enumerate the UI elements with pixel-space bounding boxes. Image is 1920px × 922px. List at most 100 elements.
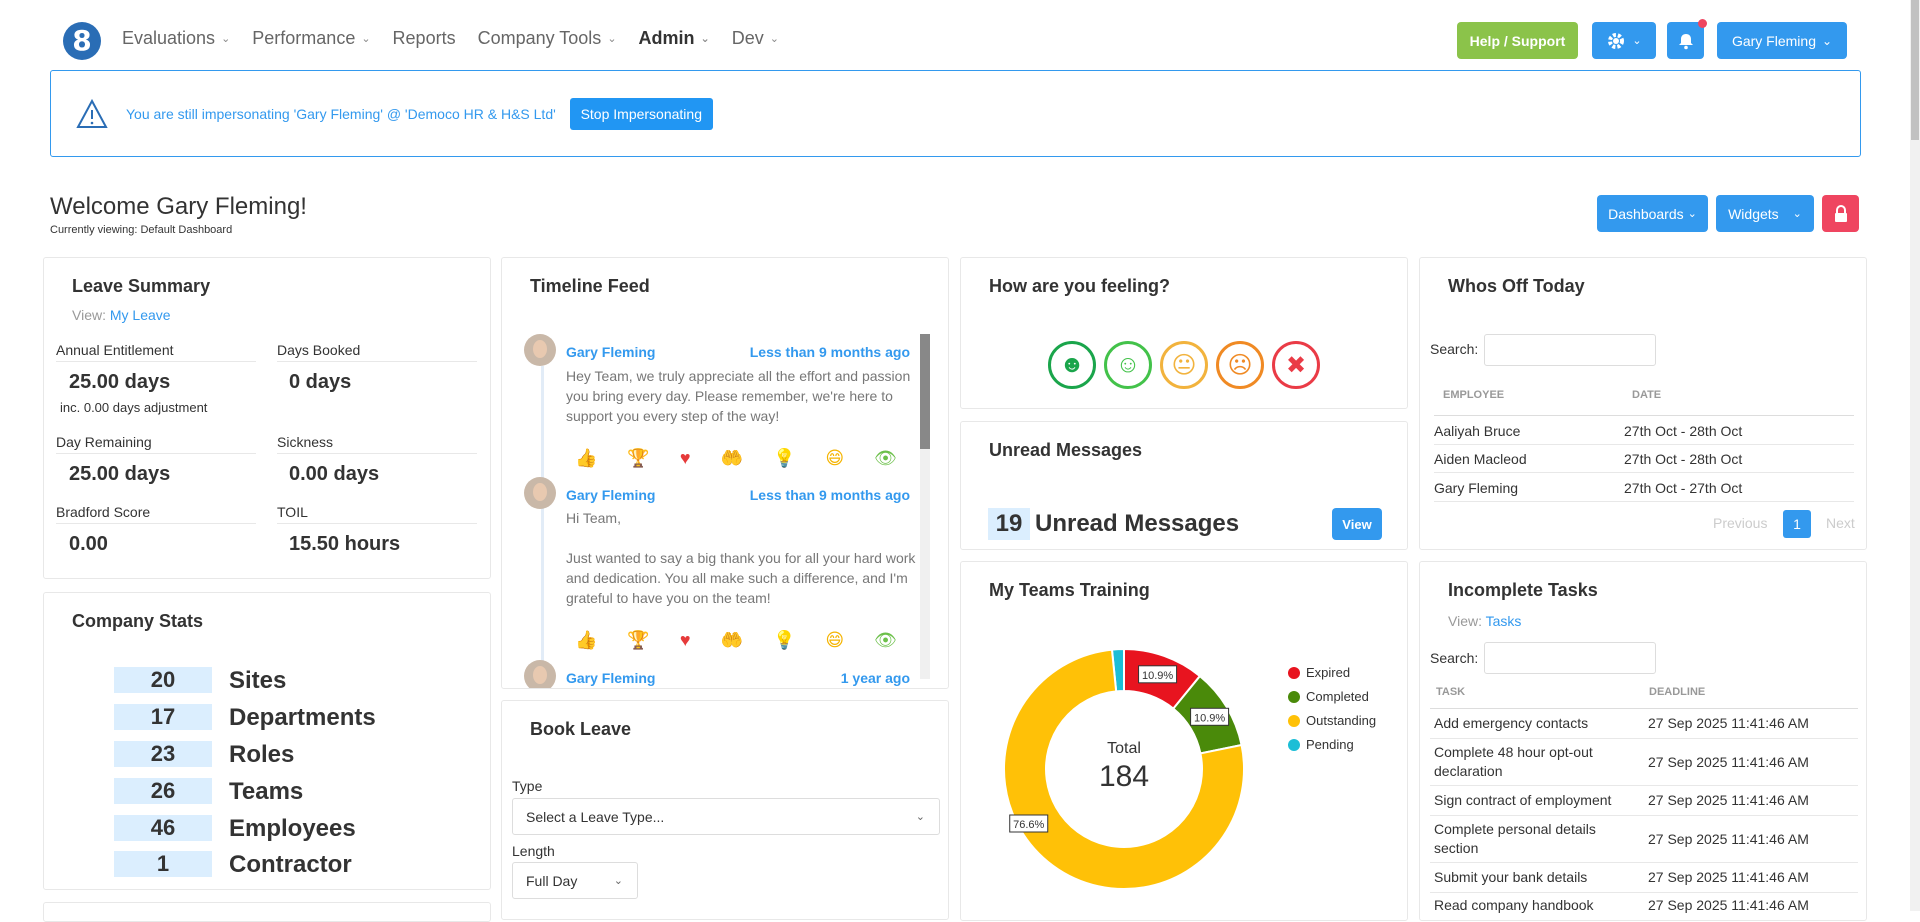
post-time: Less than 9 months ago xyxy=(749,487,910,503)
heart-icon[interactable]: ♥ xyxy=(680,630,691,651)
post-author[interactable]: Gary Fleming xyxy=(566,670,655,686)
stop-impersonating-button[interactable]: Stop Impersonating xyxy=(569,97,713,130)
thumbs-up-icon[interactable]: 👍 xyxy=(575,448,597,469)
user-menu-button[interactable]: Gary Fleming ⌄ xyxy=(1717,22,1847,59)
timeline-scrollbar[interactable] xyxy=(920,334,930,679)
divider xyxy=(1434,501,1854,502)
divider xyxy=(1430,892,1858,893)
stat-label: Teams xyxy=(229,778,304,805)
legend-outstanding[interactable]: Outstanding xyxy=(1288,713,1376,728)
care-icon[interactable]: 🤲 xyxy=(721,630,743,651)
column-header[interactable]: EMPLOYEE xyxy=(1443,389,1504,401)
notifications-button[interactable] xyxy=(1667,19,1707,59)
leave-summary-card: Leave Summary View: My Leave Annual Enti… xyxy=(43,257,491,579)
legend-label: Outstanding xyxy=(1306,713,1377,728)
employee-name: Aiden Macleod xyxy=(1434,451,1527,467)
view-messages-button[interactable]: View xyxy=(1332,508,1382,540)
trophy-icon[interactable]: 🏆 xyxy=(627,448,649,469)
stat-value: 20 xyxy=(114,667,212,693)
very-happy-face-icon[interactable]: ☻ xyxy=(1048,341,1096,389)
trophy-icon[interactable]: 🏆 xyxy=(627,630,649,651)
column-header[interactable]: DEADLINE xyxy=(1649,686,1705,698)
lightbulb-icon[interactable]: 💡 xyxy=(773,630,795,651)
legend-expired[interactable]: Expired xyxy=(1288,665,1350,680)
widgets-button[interactable]: Widgets ⌄ xyxy=(1716,195,1814,232)
unread-count: 19 xyxy=(988,508,1030,540)
thumbs-up-icon[interactable]: 👍 xyxy=(575,630,597,651)
divider xyxy=(1430,708,1858,709)
laugh-icon[interactable]: 😄 xyxy=(825,630,844,651)
eye-icon[interactable]: 👁 xyxy=(874,630,897,651)
leave-type-select[interactable]: Select a Leave Type... ⌄ xyxy=(512,798,940,835)
post-author[interactable]: Gary Fleming xyxy=(566,487,655,503)
nav-label: Evaluations xyxy=(122,28,216,48)
legend-dot xyxy=(1288,690,1300,703)
scroll-thumb[interactable] xyxy=(1911,0,1919,140)
laugh-icon[interactable]: 😄 xyxy=(825,448,844,469)
pagination-page[interactable]: 1 xyxy=(1783,510,1811,538)
stat-label: Employees xyxy=(229,815,356,842)
divider xyxy=(1430,785,1858,786)
heart-icon[interactable]: ♥ xyxy=(680,448,691,469)
dashboards-button[interactable]: Dashboards ⌄ xyxy=(1597,195,1708,232)
welcome-header: Welcome Gary Fleming! Currently viewing:… xyxy=(50,193,307,236)
reaction-bar: 👍 🏆 ♥ 🤲 💡 😄 👁 xyxy=(575,448,897,469)
whos-off-search-input[interactable] xyxy=(1484,334,1656,366)
tasks-link[interactable]: Tasks xyxy=(1486,613,1522,629)
neutral-face-icon[interactable]: 😐 xyxy=(1160,341,1208,389)
settings-button[interactable]: ⌄ xyxy=(1592,22,1656,59)
nav-evaluations[interactable]: Evaluations ⌄ xyxy=(122,28,230,49)
chevron-down-icon: ⌄ xyxy=(607,33,617,45)
donut-total-value: 184 xyxy=(1098,760,1150,793)
card-title: Whos Off Today xyxy=(1448,276,1585,296)
warning-icon xyxy=(76,98,108,128)
care-icon[interactable]: 🤲 xyxy=(721,448,743,469)
stat-label: Departments xyxy=(229,704,376,731)
booked-value: 0 days xyxy=(289,371,352,393)
chevron-down-icon: ⌄ xyxy=(613,875,623,887)
remaining-label: Day Remaining xyxy=(56,434,152,450)
very-sad-face-icon[interactable]: ✖ xyxy=(1272,341,1320,389)
lock-button[interactable] xyxy=(1822,195,1859,232)
training-card: My Teams Training 10.9% 10.9% 76.6% Total … xyxy=(960,561,1408,921)
leave-length-select[interactable]: Full Day ⌄ xyxy=(512,862,638,899)
happy-face-icon[interactable]: ☺ xyxy=(1104,341,1152,389)
app-logo[interactable]: 8 xyxy=(63,22,101,60)
current-dashboard: Currently viewing: Default Dashboard xyxy=(50,224,233,236)
my-leave-link[interactable]: My Leave xyxy=(110,307,171,323)
nav-performance[interactable]: Performance ⌄ xyxy=(252,28,370,49)
book-leave-card: Book Leave Type Select a Leave Type... ⌄… xyxy=(501,700,949,920)
eye-icon[interactable]: 👁 xyxy=(874,448,897,469)
nav-reports[interactable]: Reports xyxy=(393,28,456,49)
legend-label: Completed xyxy=(1306,689,1369,704)
divider xyxy=(1434,444,1854,445)
pagination-previous[interactable]: Previous xyxy=(1713,515,1767,531)
nav-company-tools[interactable]: Company Tools ⌄ xyxy=(478,28,617,49)
column-header[interactable]: DATE xyxy=(1632,389,1661,401)
post-author[interactable]: Gary Fleming xyxy=(566,344,655,360)
select-value: Full Day xyxy=(526,872,578,889)
lightbulb-icon[interactable]: 💡 xyxy=(773,448,795,469)
nav-label: Admin xyxy=(638,28,695,48)
scroll-thumb[interactable] xyxy=(920,334,930,449)
legend-pending[interactable]: Pending xyxy=(1288,737,1354,752)
nav-dev[interactable]: Dev ⌄ xyxy=(732,28,779,49)
stat-value: 17 xyxy=(114,704,212,730)
nav-admin[interactable]: Admin ⌄ xyxy=(639,28,710,49)
divider xyxy=(277,361,477,362)
leave-date: 27th Oct - 28th Oct xyxy=(1624,423,1743,439)
column-header[interactable]: TASK xyxy=(1436,686,1465,698)
pagination-next[interactable]: Next xyxy=(1826,515,1855,531)
tasks-search-input[interactable] xyxy=(1484,642,1656,674)
divider xyxy=(1430,815,1858,816)
post-time: Less than 9 months ago xyxy=(749,344,910,360)
view-prefix: View: xyxy=(72,307,106,323)
task-name: Sign contract of employment xyxy=(1434,792,1612,808)
sad-face-icon[interactable]: ☹ xyxy=(1216,341,1264,389)
svg-text:10.9%: 10.9% xyxy=(1142,670,1173,682)
avatar xyxy=(524,477,556,509)
page-scrollbar[interactable] xyxy=(1910,0,1920,911)
chevron-down-icon: ⌄ xyxy=(221,33,231,45)
legend-completed[interactable]: Completed xyxy=(1288,689,1369,704)
help-support-button[interactable]: Help / Support xyxy=(1457,22,1578,59)
